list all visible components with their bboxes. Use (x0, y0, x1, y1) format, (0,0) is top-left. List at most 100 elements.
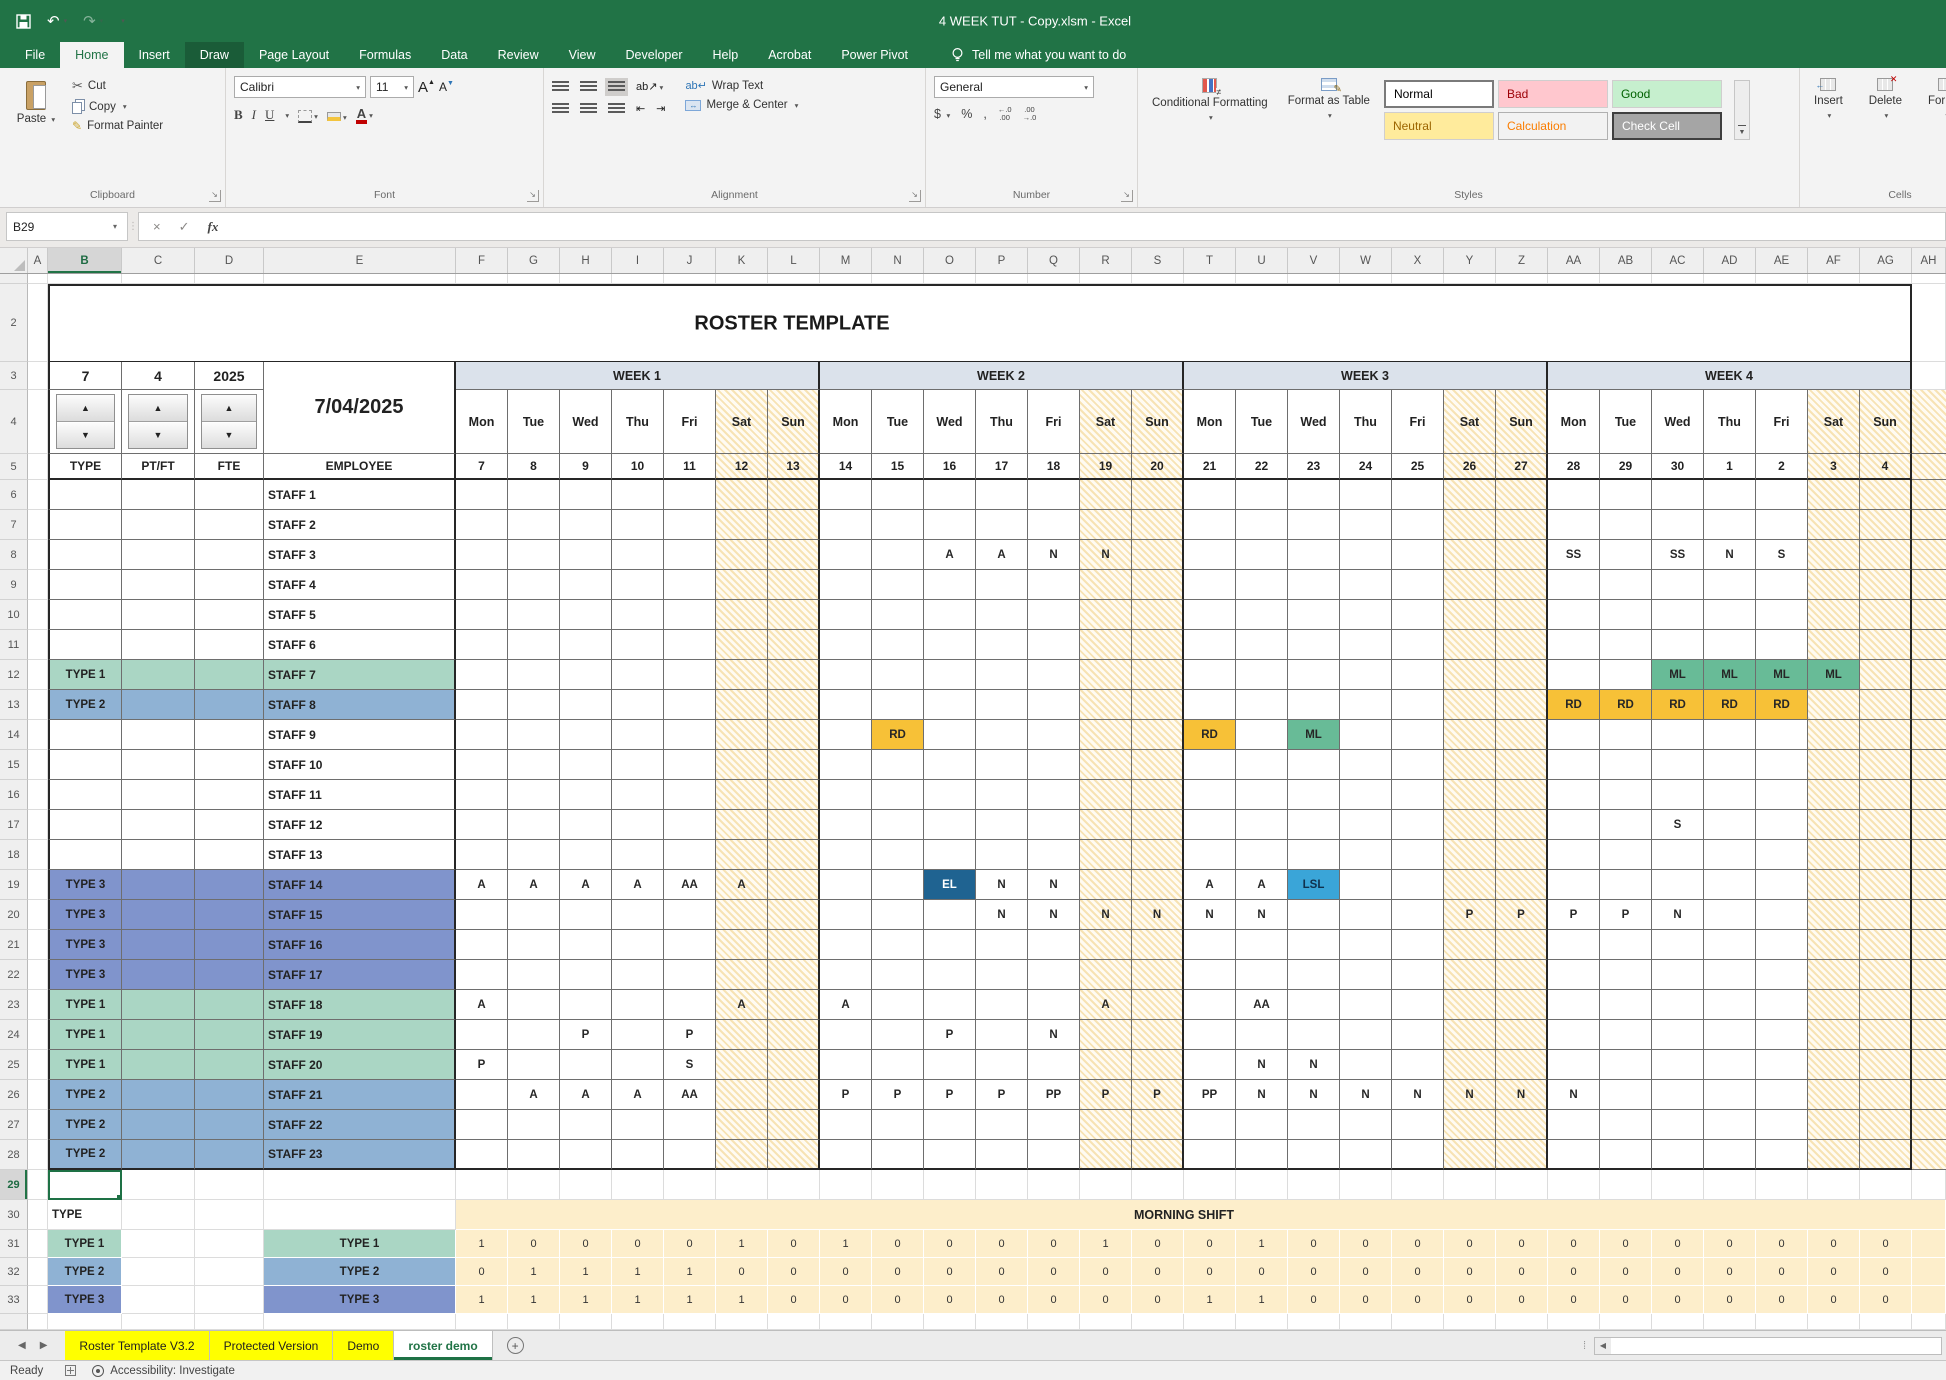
cell-M17[interactable] (820, 810, 872, 840)
cell-J12[interactable] (664, 660, 716, 690)
cell-AG34[interactable] (1860, 1314, 1912, 1330)
cell-AH12[interactable] (1912, 660, 1946, 690)
cell-B23[interactable]: TYPE 1 (48, 990, 122, 1020)
count-S31[interactable]: 0 (1132, 1230, 1184, 1258)
cell-T23[interactable] (1184, 990, 1236, 1020)
cell-G11[interactable] (508, 630, 560, 660)
cell-B20[interactable]: TYPE 3 (48, 900, 122, 930)
cell-K13[interactable] (716, 690, 768, 720)
cell-C32[interactable] (122, 1258, 195, 1286)
cell-Q28[interactable] (1028, 1140, 1080, 1170)
cell-L11[interactable] (768, 630, 820, 660)
cell-L27[interactable] (768, 1110, 820, 1140)
cell-H21[interactable] (560, 930, 612, 960)
cell-T19[interactable]: A (1184, 870, 1236, 900)
cell-U13[interactable] (1236, 690, 1288, 720)
cell-X11[interactable] (1392, 630, 1444, 660)
cell-Q18[interactable] (1028, 840, 1080, 870)
count-AC32[interactable]: 0 (1652, 1258, 1704, 1286)
cut-button[interactable]: ✂ Cut (72, 78, 163, 94)
cell-D21[interactable] (195, 930, 264, 960)
cell-C12[interactable] (122, 660, 195, 690)
date-I[interactable]: 10 (612, 454, 664, 480)
col-header-Z[interactable]: Z (1496, 248, 1548, 273)
row-header-3[interactable]: 3 (0, 362, 28, 390)
cell-J20[interactable] (664, 900, 716, 930)
cell-X34[interactable] (1392, 1314, 1444, 1330)
count-N31[interactable]: 0 (872, 1230, 924, 1258)
cell-D29[interactable] (195, 1170, 264, 1200)
cell-AC15[interactable] (1652, 750, 1704, 780)
cell-F10[interactable] (456, 600, 508, 630)
cell-Y27[interactable] (1444, 1110, 1496, 1140)
count-V33[interactable]: 0 (1288, 1286, 1340, 1314)
cell-Z27[interactable] (1496, 1110, 1548, 1140)
cell-O29[interactable] (924, 1170, 976, 1200)
spinner-B-down[interactable]: ▼ (57, 421, 114, 448)
count-AE33[interactable]: 0 (1756, 1286, 1808, 1314)
cell-P24[interactable] (976, 1020, 1028, 1050)
cell-AH21[interactable] (1912, 930, 1946, 960)
row-header-22[interactable]: 22 (0, 960, 28, 990)
col-header-O[interactable]: O (924, 248, 976, 273)
col-header-E[interactable]: E (264, 248, 456, 273)
day-header-G[interactable]: Tue (508, 390, 560, 454)
cell-AB14[interactable] (1600, 720, 1652, 750)
row-header-16[interactable]: 16 (0, 780, 28, 810)
cell-AH1[interactable] (1912, 274, 1946, 284)
cell-K20[interactable] (716, 900, 768, 930)
cell-H14[interactable] (560, 720, 612, 750)
cell-B26[interactable]: TYPE 2 (48, 1080, 122, 1110)
cell-A33[interactable] (28, 1286, 48, 1314)
cell-T21[interactable] (1184, 930, 1236, 960)
cell-I19[interactable]: A (612, 870, 664, 900)
cell-AA7[interactable] (1548, 510, 1600, 540)
cell-R34[interactable] (1080, 1314, 1132, 1330)
cell-D19[interactable] (195, 870, 264, 900)
cell-S19[interactable] (1132, 870, 1184, 900)
cell-AA15[interactable] (1548, 750, 1600, 780)
sheet-tab-demo[interactable]: Demo (333, 1331, 395, 1360)
cell-AB24[interactable] (1600, 1020, 1652, 1050)
cell-X29[interactable] (1392, 1170, 1444, 1200)
cell-A8[interactable] (28, 540, 48, 570)
cell-G13[interactable] (508, 690, 560, 720)
cell-B3[interactable]: 7 (48, 362, 122, 390)
staff-name-27[interactable]: STAFF 22 (264, 1110, 456, 1140)
cell-Y18[interactable] (1444, 840, 1496, 870)
cell-K7[interactable] (716, 510, 768, 540)
cell-O14[interactable] (924, 720, 976, 750)
cell-AA11[interactable] (1548, 630, 1600, 660)
cell-AD27[interactable] (1704, 1110, 1756, 1140)
cell-L25[interactable] (768, 1050, 820, 1080)
cell-V29[interactable] (1288, 1170, 1340, 1200)
cell-M24[interactable] (820, 1020, 872, 1050)
cell-AH14[interactable] (1912, 720, 1946, 750)
cell-T28[interactable] (1184, 1140, 1236, 1170)
cell-P16[interactable] (976, 780, 1028, 810)
cell-C24[interactable] (122, 1020, 195, 1050)
cell-I25[interactable] (612, 1050, 664, 1080)
cell-B19[interactable]: TYPE 3 (48, 870, 122, 900)
increase-decimal-button[interactable]: ←.0.00 (998, 106, 1012, 122)
count-Z31[interactable]: 0 (1496, 1230, 1548, 1258)
cell-I26[interactable]: A (612, 1080, 664, 1110)
cell-D34[interactable] (195, 1314, 264, 1330)
cell-AH4[interactable] (1912, 390, 1946, 454)
type-chip-B31[interactable]: TYPE 1 (48, 1230, 122, 1258)
cell-N17[interactable] (872, 810, 924, 840)
cell-R25[interactable] (1080, 1050, 1132, 1080)
cell-K27[interactable] (716, 1110, 768, 1140)
cell-G28[interactable] (508, 1140, 560, 1170)
cell-C22[interactable] (122, 960, 195, 990)
count-J32[interactable]: 1 (664, 1258, 716, 1286)
cell-D22[interactable] (195, 960, 264, 990)
menu-tab-review[interactable]: Review (483, 42, 554, 68)
cell-V15[interactable] (1288, 750, 1340, 780)
cell-AH17[interactable] (1912, 810, 1946, 840)
cell-B15[interactable] (48, 750, 122, 780)
cell-E1[interactable] (264, 274, 456, 284)
cell-U34[interactable] (1236, 1314, 1288, 1330)
cell-J15[interactable] (664, 750, 716, 780)
cell-AD29[interactable] (1704, 1170, 1756, 1200)
